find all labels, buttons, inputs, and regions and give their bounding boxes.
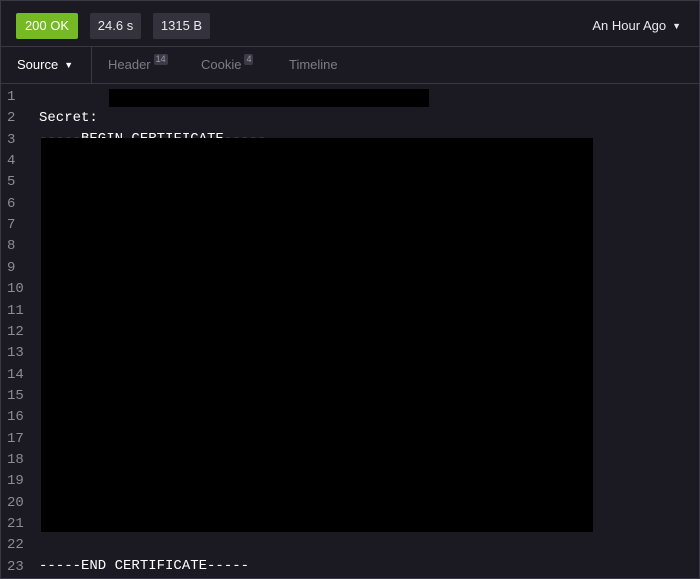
line-number: 10 xyxy=(7,281,24,298)
header-count-badge: 14 xyxy=(153,54,168,65)
code-line-1: Secret: xyxy=(1,87,98,126)
line-number: 15 xyxy=(7,387,24,404)
line-number: 14 xyxy=(7,366,24,383)
tab-header-label: Header xyxy=(108,57,151,72)
line-number: 7 xyxy=(7,217,16,234)
status-code-badge: 200 OK xyxy=(16,13,78,39)
response-tabs: Source ▼ Header 14 Cookie 4 Timeline xyxy=(1,47,699,84)
tab-cookie[interactable]: Cookie 4 xyxy=(201,47,254,83)
tab-header[interactable]: Header 14 xyxy=(108,47,168,83)
code-line-22: -----END CERTIFICATE----- xyxy=(1,535,249,574)
cookie-count-badge: 4 xyxy=(244,54,254,65)
line-number: 19 xyxy=(7,473,24,490)
redacted-text-fragment xyxy=(39,128,595,138)
tab-source[interactable]: Source ▼ xyxy=(1,47,92,83)
line-number: 13 xyxy=(7,345,24,362)
history-label: An Hour Ago xyxy=(592,18,667,33)
response-status-bar: 200 OK 24.6 s 1315 B An Hour Ago ▼ xyxy=(1,1,699,47)
tab-timeline-label: Timeline xyxy=(289,57,338,72)
line-number: 12 xyxy=(7,323,24,340)
line-number: 18 xyxy=(7,451,24,468)
line-number: 9 xyxy=(7,259,16,276)
line-number: 5 xyxy=(7,174,16,191)
line-number: 8 xyxy=(7,238,16,255)
response-history-dropdown[interactable]: An Hour Ago ▼ xyxy=(592,13,681,39)
tab-timeline[interactable]: Timeline xyxy=(289,47,338,83)
chevron-down-icon: ▼ xyxy=(672,21,681,31)
response-time-badge: 24.6 s xyxy=(90,13,141,39)
line-number: 6 xyxy=(7,195,16,212)
chevron-down-icon: ▼ xyxy=(64,60,74,70)
line-number: 11 xyxy=(7,302,24,319)
response-panel: 200 OK 24.6 s 1315 B An Hour Ago ▼ Source… xyxy=(0,0,700,579)
code-line-2: -----BEGIN CERTIFICATE----- xyxy=(1,108,266,147)
redacted-certificate-body xyxy=(41,138,593,532)
line-number: 17 xyxy=(7,430,24,447)
tab-cookie-label: Cookie xyxy=(201,57,242,72)
line-number: 20 xyxy=(7,494,24,511)
line-number: 16 xyxy=(7,409,24,426)
end-certificate-line: -----END CERTIFICATE----- xyxy=(39,558,250,574)
line-number: 21 xyxy=(7,516,24,532)
response-size-badge: 1315 B xyxy=(153,13,210,39)
redacted-secret xyxy=(109,89,429,107)
tab-source-label: Source xyxy=(17,57,59,72)
